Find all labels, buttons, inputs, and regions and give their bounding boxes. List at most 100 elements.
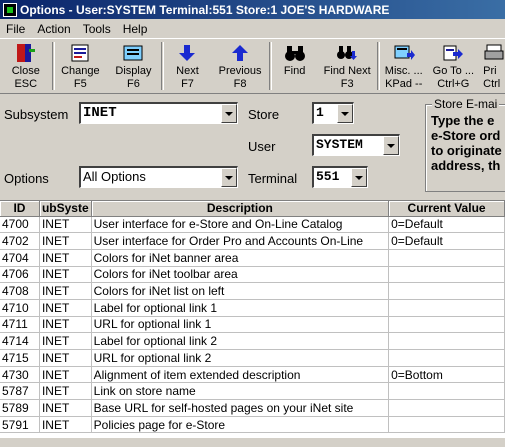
cell-description: Colors for iNet banner area bbox=[91, 249, 390, 267]
table-row[interactable]: 4711 INET URL for optional link 1 bbox=[0, 316, 505, 334]
cell-subsystem: INET bbox=[39, 266, 92, 284]
find-button[interactable]: Find bbox=[272, 39, 318, 93]
table-row[interactable]: 4710 INET Label for optional link 1 bbox=[0, 299, 505, 317]
cell-subsystem: INET bbox=[39, 382, 92, 401]
chevron-down-icon[interactable] bbox=[337, 104, 353, 123]
table-row[interactable]: 5791 INET Policies page for e-Store bbox=[0, 416, 505, 434]
close-button[interactable]: Close ESC bbox=[0, 39, 52, 93]
cell-subsystem: INET bbox=[39, 249, 92, 267]
cell-description: Policies page for e-Store bbox=[91, 416, 390, 434]
cell-id: 5789 bbox=[0, 399, 40, 417]
arrow-down-icon bbox=[176, 43, 198, 63]
column-header-id[interactable]: ID bbox=[0, 201, 40, 217]
change-form-icon bbox=[69, 43, 91, 63]
chevron-down-icon[interactable] bbox=[383, 136, 399, 155]
printer-icon bbox=[483, 43, 505, 63]
terminal-select[interactable]: 551 bbox=[312, 166, 368, 188]
cell-description: User interface for Order Pro and Account… bbox=[91, 232, 390, 250]
goto-icon bbox=[442, 43, 464, 63]
menu-action[interactable]: Action bbox=[31, 22, 76, 36]
store-label: Store bbox=[248, 107, 280, 122]
title-bar: Options - User:SYSTEM Terminal:551 Store… bbox=[0, 0, 505, 19]
cell-id: 4702 bbox=[0, 232, 40, 250]
table-row[interactable]: 4714 INET Label for optional link 2 bbox=[0, 332, 505, 350]
options-select[interactable]: All Options bbox=[79, 166, 238, 188]
next-button[interactable]: Next F7 bbox=[164, 39, 212, 93]
cell-description: Alignment of item extended description bbox=[91, 366, 390, 384]
binoculars-icon bbox=[284, 43, 306, 63]
cell-id: 4715 bbox=[0, 349, 40, 367]
misc-kpad-button[interactable]: Misc. ... KPad -- bbox=[380, 39, 428, 93]
cell-id: 4706 bbox=[0, 266, 40, 284]
cell-description: URL for optional link 1 bbox=[91, 316, 390, 334]
cell-current-value bbox=[388, 316, 505, 334]
goto-button[interactable]: Go To ... Ctrl+G bbox=[428, 39, 480, 93]
user-value: SYSTEM bbox=[316, 137, 363, 152]
terminal-value: 551 bbox=[316, 169, 340, 184]
cell-description: Label for optional link 1 bbox=[91, 299, 390, 317]
cell-description: Colors for iNet toolbar area bbox=[91, 266, 390, 284]
table-row[interactable]: 4708 INET Colors for iNet list on left bbox=[0, 282, 505, 300]
cell-subsystem: INET bbox=[39, 282, 92, 300]
options-label: Options bbox=[4, 171, 49, 186]
chevron-down-icon[interactable] bbox=[221, 168, 237, 187]
cell-id: 5787 bbox=[0, 382, 40, 401]
table-row[interactable]: 5787 INET Link on store name bbox=[0, 382, 505, 401]
cell-description: Label for optional link 2 bbox=[91, 332, 390, 350]
subsystem-select[interactable]: INET bbox=[79, 102, 238, 124]
find-next-icon bbox=[336, 43, 358, 63]
cell-subsystem: INET bbox=[39, 349, 92, 367]
estore-info-panel: Store E-mai Type the e e-Store ord to or… bbox=[425, 97, 505, 192]
menu-bar: File Action Tools Help bbox=[0, 19, 505, 38]
toolbar: Close ESC Change F5 Display F6 Next F7 P… bbox=[0, 38, 505, 94]
options-table: ID ubSyste Description Current Value 470… bbox=[0, 200, 505, 437]
previous-button[interactable]: Previous F8 bbox=[211, 39, 269, 93]
subsystem-value: INET bbox=[83, 105, 117, 121]
user-label: User bbox=[248, 139, 276, 154]
options-value: All Options bbox=[83, 169, 146, 184]
table-row[interactable]: 4700 INET User interface for e-Store and O… bbox=[0, 216, 505, 234]
cell-description: Base URL for self-hosted pages on your i… bbox=[91, 399, 390, 417]
estore-panel-legend: Store E-mai bbox=[432, 97, 500, 111]
cell-current-value bbox=[388, 416, 505, 434]
cell-subsystem: INET bbox=[39, 416, 92, 434]
estore-panel-text: Type the e e-Store ord to originate addr… bbox=[431, 113, 502, 173]
arrow-up-icon bbox=[229, 43, 251, 63]
table-row[interactable]: 4730 INET Alignment of item extended descr… bbox=[0, 366, 505, 384]
cell-description: Colors for iNet list on left bbox=[91, 282, 390, 300]
cell-id: 4704 bbox=[0, 249, 40, 267]
cell-current-value bbox=[388, 382, 505, 401]
cell-subsystem: INET bbox=[39, 332, 92, 350]
cell-current-value: 0=Default bbox=[388, 216, 505, 234]
cell-current-value bbox=[388, 249, 505, 267]
table-row[interactable]: 4715 INET URL for optional link 2 bbox=[0, 349, 505, 367]
store-select[interactable]: 1 bbox=[312, 102, 354, 124]
change-button[interactable]: Change F5 bbox=[55, 39, 107, 93]
user-select[interactable]: SYSTEM bbox=[312, 134, 400, 156]
column-header-description[interactable]: Description bbox=[91, 201, 390, 217]
chevron-down-icon[interactable] bbox=[351, 168, 367, 187]
table-row[interactable]: 4702 INET User interface for Order Pro and… bbox=[0, 232, 505, 250]
menu-help[interactable]: Help bbox=[117, 22, 154, 36]
cell-id: 4700 bbox=[0, 216, 40, 234]
table-row[interactable]: 5789 INET Base URL for self-hosted pages o… bbox=[0, 399, 505, 417]
menu-file[interactable]: File bbox=[0, 22, 31, 36]
table-row[interactable]: 4704 INET Colors for iNet banner area bbox=[0, 249, 505, 267]
horizontal-scrollbar[interactable] bbox=[0, 437, 505, 447]
column-header-current-value[interactable]: Current Value bbox=[388, 201, 505, 217]
cell-id: 4730 bbox=[0, 366, 40, 384]
store-value: 1 bbox=[316, 105, 324, 120]
column-header-subsystem[interactable]: ubSyste bbox=[39, 201, 92, 217]
cell-description: User interface for e-Store and On-Line C… bbox=[91, 216, 390, 234]
find-next-button[interactable]: Find Next F3 bbox=[317, 39, 377, 93]
table-row[interactable]: 4706 INET Colors for iNet toolbar area bbox=[0, 266, 505, 284]
cell-subsystem: INET bbox=[39, 299, 92, 317]
cell-subsystem: INET bbox=[39, 316, 92, 334]
chevron-down-icon[interactable] bbox=[221, 104, 237, 123]
display-button[interactable]: Display F6 bbox=[106, 39, 161, 93]
cell-description: Link on store name bbox=[91, 382, 390, 401]
display-icon bbox=[122, 43, 144, 63]
menu-tools[interactable]: Tools bbox=[77, 22, 117, 36]
cell-current-value bbox=[388, 399, 505, 417]
print-button[interactable]: Pri Ctrl bbox=[479, 39, 505, 93]
